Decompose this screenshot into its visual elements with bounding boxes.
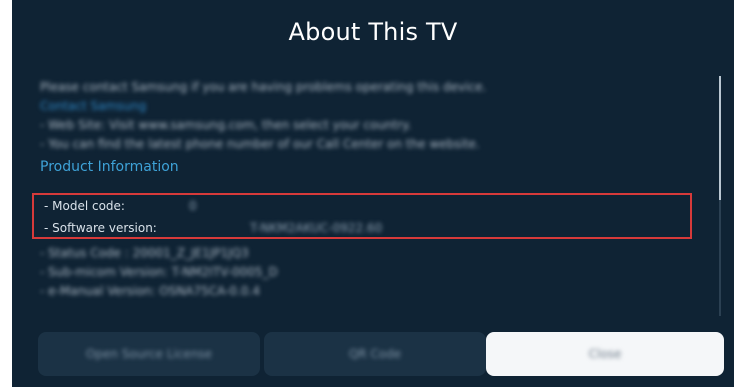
close-button[interactable]: Close	[486, 332, 724, 376]
close-label: Close	[588, 347, 622, 361]
sub-micom-line: - Sub-micom Version: T-NM2ITV-0005_D	[40, 265, 278, 279]
model-code-label: - Model code:	[44, 199, 125, 213]
open-source-license-button[interactable]: Open Source License	[38, 332, 260, 376]
product-information-header: Product Information	[40, 159, 179, 175]
software-version-value: T-NKM2AKUC-0922.60	[250, 221, 383, 235]
highlight-box: - Model code: 0 - Software version: T-NK…	[32, 193, 692, 239]
status-code-line: - Status Code : 20001_Z_JE1JP1JQ3	[40, 246, 249, 260]
software-version-label: - Software version:	[44, 221, 157, 235]
qr-code-label: QR Code	[348, 347, 402, 361]
open-source-license-label: Open Source License	[85, 347, 213, 361]
contact-text: Please contact Samsung if you are having…	[40, 80, 487, 94]
model-code-value: 0	[189, 199, 197, 213]
dialog-title: About This TV	[288, 18, 458, 46]
contact-samsung-link[interactable]: Contact Samsung	[40, 97, 700, 116]
scrollbar-thumb[interactable]	[719, 76, 721, 200]
e-manual-line: - e-Manual Version: OSNA75CA-0.0.4	[40, 284, 260, 298]
more-info: - Status Code : 20001_Z_JE1JP1JQ3 - Sub-…	[40, 244, 278, 301]
qr-code-button[interactable]: QR Code	[264, 332, 486, 376]
about-tv-dialog: About This TV Please contact Samsung if …	[12, 0, 734, 387]
content-area: Please contact Samsung if you are having…	[40, 78, 700, 178]
phone-line: - You can find the latest phone number o…	[40, 137, 480, 151]
scrollbar[interactable]	[719, 76, 721, 316]
website-line: - Web Site: Visit www.samsung.com, then …	[40, 118, 412, 132]
